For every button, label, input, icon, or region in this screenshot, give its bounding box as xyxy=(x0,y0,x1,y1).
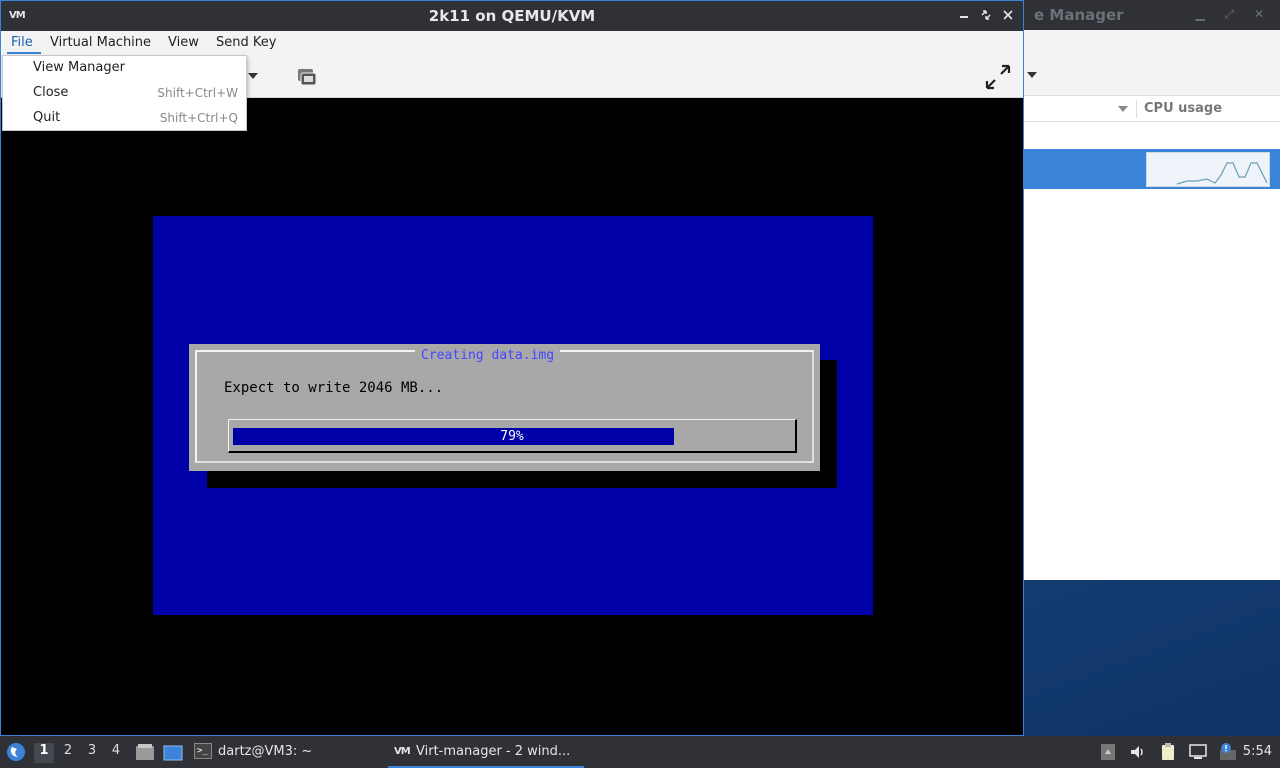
cpu-usage-graph xyxy=(1146,152,1270,187)
menu-file[interactable]: File xyxy=(11,35,33,50)
monitor-icon[interactable] xyxy=(1188,742,1208,762)
virt-manager-toolbar xyxy=(1020,30,1280,96)
menu-item-accelerator: Shift+Ctrl+W xyxy=(157,86,238,100)
workspace-2[interactable]: 2 xyxy=(58,743,78,763)
virt-manager-task-icon: VM xyxy=(394,746,411,757)
cpu-usage-column-header[interactable]: CPU usage xyxy=(1144,101,1222,116)
start-menu-button[interactable] xyxy=(6,742,26,762)
network-icon[interactable] xyxy=(1098,742,1118,762)
menu-send-key[interactable]: Send Key xyxy=(216,35,276,50)
workspace-4[interactable]: 4 xyxy=(106,743,126,763)
file-manager-icon xyxy=(136,744,154,760)
menu-item-label: Close xyxy=(33,85,69,100)
menu-virtual-machine[interactable]: Virtual Machine xyxy=(50,35,151,50)
dialog-frame: Creating data.img Expect to write 2046 M… xyxy=(195,348,814,463)
virt-manager-titlebar[interactable]: e Manager ▁ ⤢ ✕ xyxy=(1020,0,1280,30)
minimize-icon[interactable] xyxy=(955,5,973,25)
volume-icon[interactable] xyxy=(1128,742,1148,762)
menubar: File Virtual Machine View Send Key xyxy=(1,31,1023,55)
progress-dialog: Creating data.img Expect to write 2046 M… xyxy=(189,344,820,471)
fullscreen-button[interactable] xyxy=(984,63,1012,91)
terminal-icon: >_ xyxy=(194,743,212,759)
maximize-icon[interactable] xyxy=(977,5,995,25)
vm-list-header: CPU usage xyxy=(1020,96,1280,122)
taskbar-clock[interactable]: 5:54 xyxy=(1243,744,1272,759)
system-tray xyxy=(1098,742,1238,762)
vm-window-title: 2k11 on QEMU/KVM xyxy=(428,7,596,25)
virt-manager-window[interactable]: e Manager ▁ ⤢ ✕ CPU usage xyxy=(1020,0,1280,580)
menu-file-active-indicator xyxy=(7,52,41,54)
fullscreen-icon xyxy=(985,64,1011,90)
menu-item-accelerator: Shift+Ctrl+Q xyxy=(159,111,238,125)
progress-track: 79% xyxy=(233,428,791,445)
window-controls xyxy=(955,5,1017,25)
dialog-message: Expect to write 2046 MB... xyxy=(224,380,444,396)
show-desktop-button[interactable] xyxy=(163,745,183,761)
vm-window-titlebar[interactable]: VM 2k11 on QEMU/KVM xyxy=(1,1,1023,31)
progress-percent-label: 79% xyxy=(500,429,524,444)
taskbar: 1 2 3 4 >_ dartz@VM3: ~ VM Virt-manager … xyxy=(0,736,1280,768)
dialog-title: Creating data.img xyxy=(421,348,555,363)
file-manager-launcher[interactable] xyxy=(135,743,155,761)
taskbar-task-label: dartz@VM3: ~ xyxy=(218,744,313,759)
taskbar-task-label: Virt-manager - 2 wind... xyxy=(416,744,571,759)
menu-item-label: Quit xyxy=(33,110,61,125)
console-screens-icon xyxy=(298,69,317,86)
taskbar-task-virt-manager[interactable]: VM Virt-manager - 2 wind... xyxy=(388,740,584,768)
clipboard-icon[interactable] xyxy=(1158,742,1178,762)
menu-item-label: View Manager xyxy=(33,60,125,75)
menu-item-view-manager[interactable]: View Manager xyxy=(3,56,246,81)
workspace-1[interactable]: 1 xyxy=(34,743,54,763)
toolbar-dropdown-arrow-icon[interactable] xyxy=(248,73,258,79)
start-menu-icon xyxy=(7,743,25,761)
progress-gauge: 79% xyxy=(228,419,797,453)
guest-console-display[interactable]: Creating data.img Expect to write 2046 M… xyxy=(2,98,1023,735)
vm-list-scrollbar[interactable] xyxy=(1270,122,1280,580)
close-icon[interactable] xyxy=(999,5,1017,25)
virt-manager-title: e Manager xyxy=(1034,6,1124,24)
workspace-3[interactable]: 3 xyxy=(82,743,102,763)
menu-item-close[interactable]: Close Shift+Ctrl+W xyxy=(3,81,246,106)
virt-manager-window-controls[interactable]: ▁ ⤢ ✕ xyxy=(1195,7,1272,22)
virt-manager-toolbar-dropdown-icon[interactable] xyxy=(1027,72,1037,78)
file-menu-dropdown: View Manager Close Shift+Ctrl+W Quit Shi… xyxy=(2,55,247,131)
dialog-title-box: Creating data.img xyxy=(415,348,561,363)
screenshot-button[interactable] xyxy=(295,65,319,89)
notification-icon[interactable] xyxy=(1218,742,1238,762)
sort-arrow-icon[interactable] xyxy=(1118,106,1128,112)
menu-item-quit[interactable]: Quit Shift+Ctrl+Q xyxy=(3,106,246,131)
show-desktop-icon xyxy=(163,745,183,761)
column-separator[interactable] xyxy=(1136,100,1137,118)
menu-view[interactable]: View xyxy=(168,35,199,50)
